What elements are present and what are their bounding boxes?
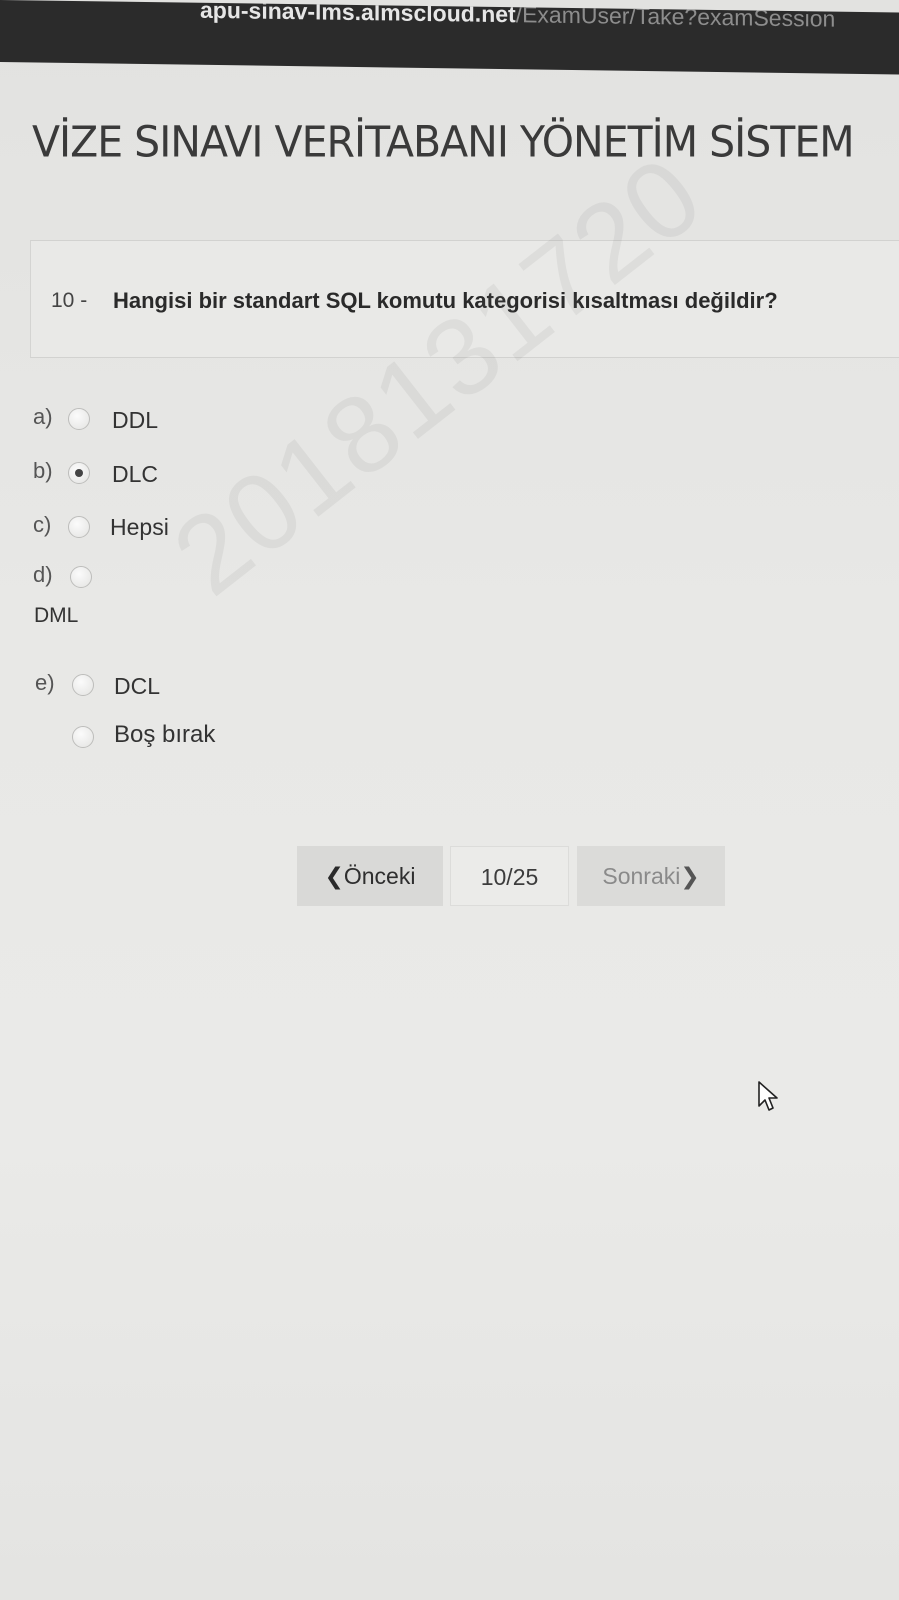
url-host: apu-sinav-lms.almscloud.net	[200, 0, 516, 28]
question-text: Hangisi bir standart SQL komutu kategori…	[113, 288, 778, 313]
option-a-radio[interactable]	[68, 408, 90, 430]
question-number: 10 -	[51, 289, 88, 312]
option-a-label[interactable]: DDL	[112, 407, 158, 434]
browser-url-bar[interactable]: apu-sinav-lms.almscloud.net/ExamUser/Tak…	[0, 0, 899, 75]
option-d-letter: d)	[33, 562, 53, 587]
option-b-radio[interactable]	[68, 462, 90, 484]
student-id-watermark: 2018131720	[151, 132, 725, 619]
question-box: 10 - Hangisi bir standart SQL komutu kat…	[30, 240, 899, 358]
option-c-label[interactable]: Hepsi	[110, 514, 169, 541]
option-d-label[interactable]: DML	[34, 604, 78, 628]
previous-button[interactable]: ❮Önceki	[297, 846, 443, 906]
option-b-letter: b)	[33, 458, 53, 483]
option-d-radio[interactable]	[70, 566, 92, 588]
mouse-cursor-icon	[758, 1081, 778, 1111]
option-b-label[interactable]: DLC	[112, 461, 158, 488]
next-button[interactable]: Sonraki❯	[577, 846, 725, 906]
chevron-left-icon: ❮	[324, 863, 344, 889]
leave-blank-label[interactable]: Boş bırak	[114, 721, 215, 749]
exam-screen: apu-sinav-lms.almscloud.net/ExamUser/Tak…	[0, 0, 899, 1600]
option-e-label[interactable]: DCL	[114, 673, 160, 700]
page-title: VİZE SINAVI VERİTABANI YÖNETİM SİSTEM	[32, 116, 855, 168]
option-c-radio[interactable]	[68, 516, 90, 538]
previous-label: Önceki	[343, 863, 416, 889]
next-label: Sonraki	[602, 863, 681, 889]
chevron-right-icon: ❯	[680, 863, 700, 889]
option-e-letter: e)	[35, 670, 55, 695]
option-e-radio[interactable]	[72, 674, 94, 696]
page-indicator: 10/25	[450, 846, 569, 906]
leave-blank-radio[interactable]	[72, 726, 94, 748]
url-text[interactable]: apu-sinav-lms.almscloud.net/ExamUser/Tak…	[200, 0, 835, 33]
url-path: /ExamUser/Take?examSession	[515, 1, 836, 32]
option-a-letter: a)	[33, 404, 53, 429]
option-c-letter: c)	[33, 512, 52, 537]
